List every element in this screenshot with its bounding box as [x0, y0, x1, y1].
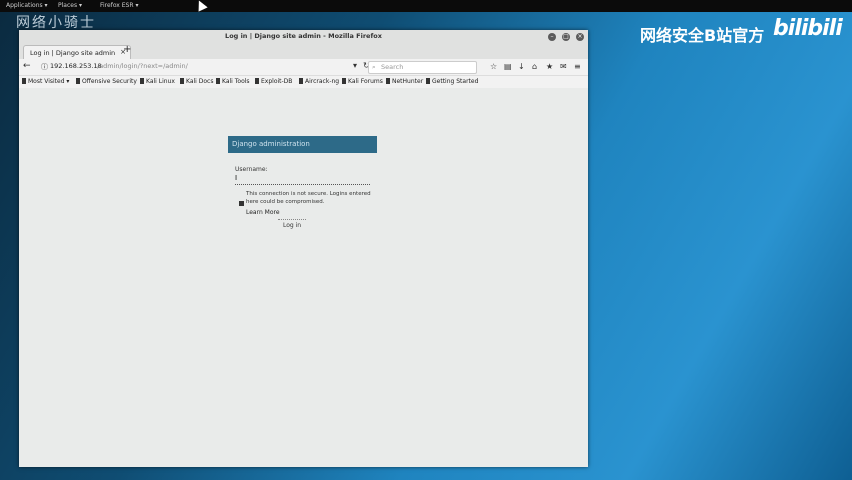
dragon-icon	[180, 78, 184, 84]
warning-icon	[239, 201, 244, 206]
bookmark-exploit-db[interactable]: Exploit-DB	[255, 78, 292, 85]
places-menu[interactable]: Places ▾	[58, 2, 82, 9]
bookmark-kali-linux[interactable]: Kali Linux	[140, 78, 175, 85]
library-icon[interactable]: ▤	[504, 62, 512, 71]
menu-icon[interactable]: ≡	[574, 62, 581, 71]
url-bar[interactable]: ⓘ 192.168.253.18 /admin/login/?next=/adm…	[41, 61, 352, 72]
new-tab-icon[interactable]: +	[123, 44, 131, 55]
bookmark-nethunter[interactable]: NetHunter	[386, 78, 423, 85]
maximize-icon[interactable]: □	[562, 33, 570, 41]
bookmark-offensive-security[interactable]: Offensive Security	[76, 78, 137, 85]
login-panel: Django administration Username: I This c…	[228, 136, 377, 243]
bookmark-kali-docs[interactable]: Kali Docs	[180, 78, 213, 85]
search-placeholder: Search	[381, 63, 404, 71]
watermark-left: 网络小骑士	[16, 15, 96, 31]
bug-icon	[255, 78, 259, 84]
tab-login[interactable]: Log in | Django site admin ×	[23, 45, 131, 60]
bookmark-kali-forums[interactable]: Kali Forums	[342, 78, 383, 85]
home-icon[interactable]: ⌂	[532, 62, 537, 71]
back-icon[interactable]: ←	[23, 61, 31, 71]
bookmark-getting-started[interactable]: Getting Started	[426, 78, 478, 85]
learn-more-link[interactable]: Learn More	[246, 209, 280, 216]
bookmarks-menu-icon[interactable]: ★	[546, 62, 553, 71]
info-icon[interactable]: ⓘ	[41, 62, 48, 72]
search-input[interactable]: ⌕ Search	[368, 61, 477, 74]
url-host: 192.168.253.18	[50, 62, 102, 70]
navigation-bar: ← ⓘ 192.168.253.18 /admin/login/?next=/a…	[19, 59, 588, 76]
gear-icon	[22, 78, 26, 84]
bookmarks-toolbar: Most Visited ▾ Offensive Security Kali L…	[19, 76, 588, 88]
search-icon: ⌕	[372, 63, 376, 71]
bookmark-aircrack-ng[interactable]: Aircrack-ng	[299, 78, 339, 85]
dragon-icon	[140, 78, 144, 84]
minimize-icon[interactable]: –	[548, 33, 556, 41]
firefox-esr-menu[interactable]: Firefox ESR ▾	[100, 2, 138, 9]
login-button[interactable]: Log in	[278, 219, 306, 230]
window-title: Log in | Django site admin - Mozilla Fir…	[225, 32, 382, 40]
firefox-icon	[426, 78, 430, 84]
bookmark-star-icon[interactable]: ☆	[490, 62, 497, 71]
username-label: Username:	[235, 166, 268, 173]
watermark-right: 网络安全B站官方	[640, 26, 765, 45]
dropdown-icon[interactable]: ▾	[353, 61, 357, 70]
firefox-window: Log in | Django site admin - Mozilla Fir…	[19, 30, 588, 467]
download-icon[interactable]: ↓	[518, 62, 525, 71]
username-input[interactable]: I	[235, 174, 370, 185]
url-path: /admin/login/?next=/admin/	[97, 62, 188, 70]
dragon-icon	[386, 78, 390, 84]
close-window-icon[interactable]: ×	[576, 33, 584, 41]
bilibili-logo: bilibili	[773, 16, 843, 41]
insecure-warning: This connection is not secure. Logins en…	[246, 191, 371, 205]
pocket-icon[interactable]: ✉	[560, 62, 567, 71]
applications-menu[interactable]: Applications ▾	[6, 2, 48, 9]
bookmark-icon	[76, 78, 80, 84]
tab-label: Log in | Django site admin	[30, 49, 116, 57]
bookmark-icon	[342, 78, 346, 84]
bookmark-most-visited[interactable]: Most Visited ▾	[22, 78, 69, 85]
tab-strip: Log in | Django site admin ×	[19, 44, 588, 60]
dragon-icon	[216, 78, 220, 84]
bookmark-kali-tools[interactable]: Kali Tools	[216, 78, 250, 85]
site-header: Django administration	[228, 136, 377, 153]
wifi-icon	[299, 78, 303, 84]
desktop-top-panel: Applications ▾ Places ▾ Firefox ESR ▾	[0, 0, 852, 12]
window-titlebar: Log in | Django site admin - Mozilla Fir…	[19, 30, 588, 44]
login-form: Username: I This connection is not secur…	[228, 153, 377, 243]
